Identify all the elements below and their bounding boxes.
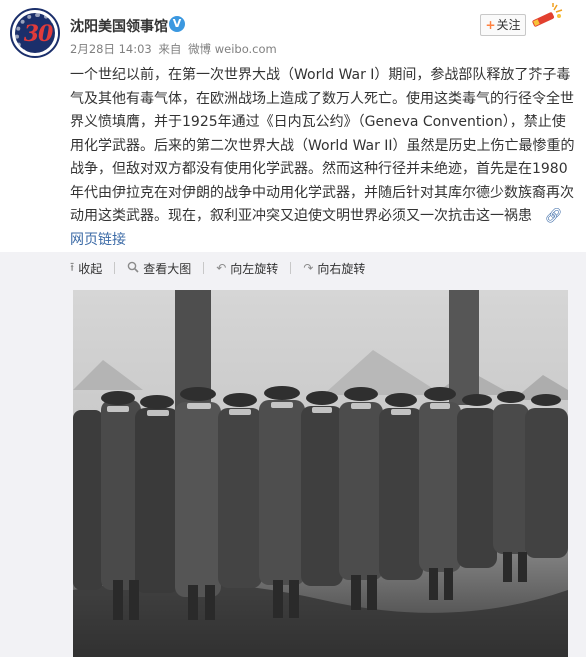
post-timestamp[interactable]: 2月28日 14:03 [70, 42, 152, 56]
post-body: 一个世纪以前，在第一次世界大战（World War I）期间，参战部队释放了芥子… [70, 67, 575, 224]
verified-icon: V [169, 16, 185, 32]
collapse-icon: ⭱ [70, 259, 75, 274]
photo-illustration [73, 290, 568, 657]
collapse-label: 收起 [78, 261, 103, 276]
view-large-label: 查看大图 [143, 261, 192, 276]
follow-button[interactable]: +关注 [480, 14, 526, 36]
source-prefix: 来自 [158, 42, 182, 56]
image-toolbar: ⭱ 收起 查看大图 ↶ 向左旋转 ↷ 向右旋转 [70, 258, 377, 278]
web-link-label: 网页链接 [70, 231, 126, 248]
weibo-post-card: 30 沈阳美国领事馆 V 2月28日 14:03 来自 微博 weibo.com… [0, 0, 586, 657]
toolbar-divider [114, 262, 116, 274]
post-source[interactable]: 微博 weibo.com [188, 42, 277, 56]
avatar-badge-background: 30 [15, 13, 58, 56]
collapse-button[interactable]: ⭱ 收起 [70, 258, 102, 279]
view-large-button[interactable]: 查看大图 [127, 260, 191, 277]
plus-icon: + [485, 18, 496, 32]
post-text: 一个世纪以前，在第一次世界大战（World War I）期间，参战部队释放了芥子… [70, 64, 576, 252]
firecracker-decoration-icon [532, 3, 563, 27]
post-meta: 2月28日 14:03 来自 微博 weibo.com [70, 41, 280, 57]
follow-button-label: 关注 [496, 18, 521, 32]
rotate-right-label: 向右旋转 [317, 261, 366, 276]
rotate-right-button[interactable]: ↷ 向右旋转 [303, 260, 365, 277]
toolbar-divider [203, 262, 205, 274]
link-icon: 🔗︎ [544, 208, 563, 224]
post-photo[interactable] [73, 290, 568, 657]
rotate-left-label: 向左旋转 [230, 261, 279, 276]
avatar[interactable]: 30 [10, 8, 60, 58]
magnify-icon [127, 261, 139, 276]
user-name[interactable]: 沈阳美国领事馆 [70, 16, 168, 36]
rotate-left-icon: ↶ [216, 261, 227, 275]
avatar-number: 30 [23, 21, 54, 47]
rotate-left-button[interactable]: ↶ 向左旋转 [216, 260, 278, 277]
toolbar-divider [290, 262, 292, 274]
rotate-right-icon: ↷ [303, 261, 314, 275]
